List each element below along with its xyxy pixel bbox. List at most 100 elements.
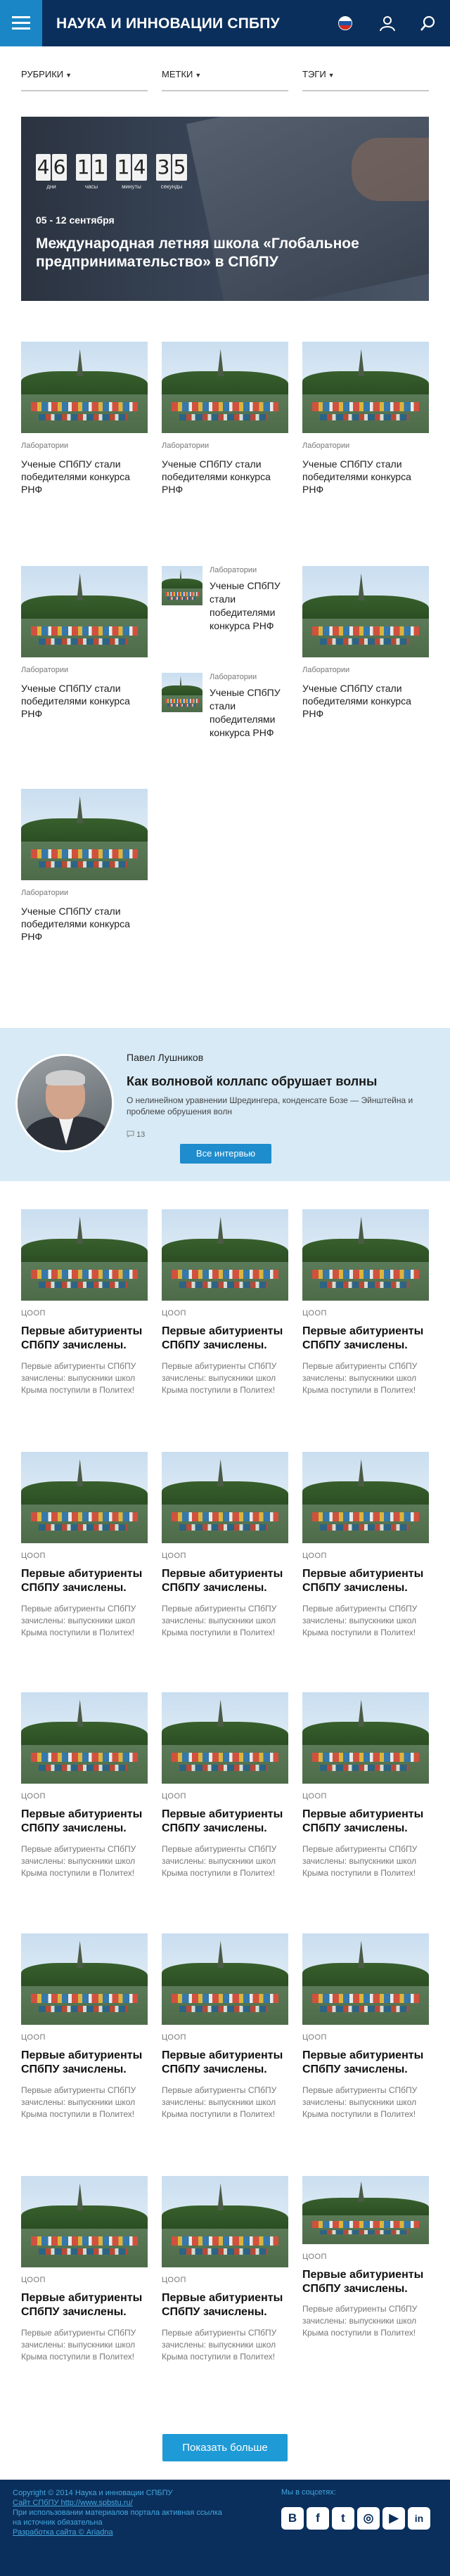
card-image[interactable] <box>162 1933 288 2025</box>
card-tag[interactable]: ЦООП <box>162 2033 288 2042</box>
card-image[interactable] <box>162 342 288 433</box>
hero-banner[interactable]: 46 дни 11 часы 14 минуты 35 секунды 05 -… <box>21 117 429 301</box>
card-title[interactable]: Первые абитуриенты СПбПУ зачислены. <box>21 1325 148 1353</box>
filter-marks[interactable]: МЕТКИ ▼ <box>162 66 288 91</box>
news-card[interactable]: ЦООП Первые абитуриенты СПбПУ зачислены. П… <box>162 1209 288 1396</box>
card-tag[interactable]: Лаборатории <box>21 442 148 450</box>
card-tag[interactable]: Лаборатории <box>21 666 148 674</box>
card-title[interactable]: Ученые СПбПУ стали победителями конкурса… <box>21 682 148 720</box>
card-tag[interactable]: ЦООП <box>302 1309 429 1318</box>
card-title[interactable]: Ученые СПбПУ стали победителями конкурса… <box>21 905 148 943</box>
news-card[interactable]: ЦООП Первые абитуриенты СПбПУ зачислены. П… <box>302 1692 429 1879</box>
card-title[interactable]: Первые абитуриенты СПбПУ зачислены. <box>21 1567 148 1595</box>
footer-site-link[interactable]: Сайт СПбПУ http://www.spbstu.ru/ <box>13 2498 222 2508</box>
card-tag[interactable]: ЦООП <box>21 2276 148 2284</box>
card-image[interactable] <box>21 1452 148 1543</box>
card-title[interactable]: Первые абитуриенты СПбПУ зачислены. <box>302 1808 429 1836</box>
card-title[interactable]: Ученые СПбПУ стали победителями конкурса… <box>21 458 148 496</box>
card-image[interactable] <box>162 566 202 605</box>
card-title[interactable]: Первые абитуриенты СПбПУ зачислены. <box>162 1325 288 1353</box>
card-tag[interactable]: ЦООП <box>162 1792 288 1801</box>
user-icon[interactable] <box>378 14 397 32</box>
card-image[interactable] <box>302 1452 429 1543</box>
news-card[interactable]: ЦООП Первые абитуриенты СПбПУ зачислены. П… <box>21 2176 148 2363</box>
card-tag[interactable]: ЦООП <box>302 1552 429 1560</box>
card-title[interactable]: Первые абитуриенты СПбПУ зачислены. <box>302 1325 429 1353</box>
card-tag[interactable]: Лаборатории <box>21 889 148 897</box>
card-image[interactable] <box>302 342 429 433</box>
card-image[interactable] <box>21 1933 148 2025</box>
card-title[interactable]: Первые абитуриенты СПбПУ зачислены. <box>302 2268 429 2296</box>
card-title[interactable]: Первые абитуриенты СПбПУ зачислены. <box>162 1567 288 1595</box>
card-image[interactable] <box>302 1933 429 2025</box>
card-tag[interactable]: ЦООП <box>162 1552 288 1560</box>
news-card[interactable]: ЦООП Первые абитуриенты СПбПУ зачислены. П… <box>21 1692 148 1879</box>
search-icon[interactable] <box>419 14 437 32</box>
card-tag[interactable]: ЦООП <box>21 1552 148 1560</box>
lab-card[interactable]: Лаборатории Ученые СПбПУ стали победителя… <box>302 566 429 720</box>
card-tag[interactable]: ЦООП <box>302 2033 429 2042</box>
card-image[interactable] <box>162 1692 288 1784</box>
interview-title[interactable]: Как волновой коллапс обрушает волны <box>127 1074 377 1089</box>
all-interviews-button[interactable]: Все интервью <box>180 1144 271 1164</box>
filter-tags[interactable]: ТЭГИ ▼ <box>302 66 429 91</box>
card-tag[interactable]: Лаборатории <box>210 673 288 681</box>
card-image[interactable] <box>162 1452 288 1543</box>
card-tag[interactable]: Лаборатории <box>302 666 429 674</box>
card-image[interactable] <box>162 2176 288 2267</box>
interview-portrait[interactable] <box>15 1054 114 1152</box>
show-more-button[interactable]: Показать больше <box>162 2434 288 2461</box>
card-title[interactable]: Первые абитуриенты СПбПУ зачислены. <box>21 2291 148 2319</box>
card-tag[interactable]: ЦООП <box>162 2276 288 2284</box>
card-image[interactable] <box>302 1692 429 1784</box>
card-title[interactable]: Первые абитуриенты СПбПУ зачислены. <box>21 1808 148 1836</box>
card-tag[interactable]: Лаборатории <box>162 442 288 450</box>
card-title[interactable]: Ученые СПбПУ стали победителями конкурса… <box>302 458 429 496</box>
card-image[interactable] <box>21 1692 148 1784</box>
card-image[interactable] <box>21 1209 148 1301</box>
card-title[interactable]: Ученые СПбПУ стали победителями конкурса… <box>210 579 288 633</box>
card-tag[interactable]: Лаборатории <box>210 566 288 574</box>
news-card[interactable]: ЦООП Первые абитуриенты СПбПУ зачислены. П… <box>302 1933 429 2120</box>
news-card[interactable]: ЦООП Первые абитуриенты СПбПУ зачислены. П… <box>302 1452 429 1639</box>
lab-card[interactable]: Лаборатории Ученые СПбПУ стали победителя… <box>162 342 288 496</box>
footer-developer[interactable]: Разработка сайта © Ariadna <box>13 2527 222 2537</box>
card-image[interactable] <box>162 1209 288 1301</box>
menu-icon[interactable] <box>0 0 42 46</box>
card-title[interactable]: Первые абитуриенты СПбПУ зачислены. <box>162 2049 288 2077</box>
vk-icon[interactable]: В <box>281 2507 304 2530</box>
card-image[interactable] <box>21 342 148 433</box>
filter-rubrics[interactable]: РУБРИКИ ▼ <box>21 66 148 91</box>
news-card[interactable]: ЦООП Первые абитуриенты СПбПУ зачислены. П… <box>21 1933 148 2120</box>
news-card[interactable]: ЦООП Первые абитуриенты СПбПУ зачислены. П… <box>162 1452 288 1639</box>
card-tag[interactable]: ЦООП <box>162 1309 288 1318</box>
card-image[interactable] <box>21 789 148 880</box>
card-image[interactable] <box>302 1209 429 1301</box>
card-tag[interactable]: ЦООП <box>21 2033 148 2042</box>
instagram-icon[interactable]: ◎ <box>357 2507 380 2530</box>
card-tag[interactable]: ЦООП <box>302 1792 429 1801</box>
news-card[interactable]: ЦООП Первые абитуриенты СПбПУ зачислены. П… <box>21 1452 148 1639</box>
card-tag[interactable]: ЦООП <box>21 1309 148 1318</box>
card-image[interactable] <box>302 566 429 657</box>
lab-card[interactable]: Лаборатории Ученые СПбПУ стали победителя… <box>21 566 148 720</box>
news-card[interactable]: ЦООП Первые абитуриенты СПбПУ зачислены. П… <box>162 1933 288 2120</box>
news-card[interactable]: ЦООП Первые абитуриенты СПбПУ зачислены. П… <box>162 2176 288 2363</box>
russian-flag-icon[interactable] <box>338 16 352 30</box>
card-title[interactable]: Первые абитуриенты СПбПУ зачислены. <box>302 1567 429 1595</box>
news-card[interactable]: ЦООП Первые абитуриенты СПбПУ зачислены. П… <box>162 1692 288 1879</box>
site-title[interactable]: НАУКА И ИННОВАЦИИ СПБПУ <box>56 15 280 32</box>
card-title[interactable]: Первые абитуриенты СПбПУ зачислены. <box>302 2049 429 2077</box>
card-title[interactable]: Ученые СПбПУ стали победителями конкурса… <box>162 458 288 496</box>
card-image[interactable] <box>302 2176 429 2244</box>
card-tag[interactable]: ЦООП <box>21 1792 148 1801</box>
linkedin-icon[interactable]: in <box>408 2507 430 2530</box>
card-title[interactable]: Первые абитуриенты СПбПУ зачислены. <box>162 2291 288 2319</box>
lab-card[interactable]: Лаборатории Ученые СПбПУ стали победителя… <box>21 342 148 496</box>
card-title[interactable]: Первые абитуриенты СПбПУ зачислены. <box>162 1808 288 1836</box>
news-card[interactable]: ЦООП Первые абитуриенты СПбПУ зачислены. П… <box>302 2176 429 2339</box>
card-title[interactable]: Ученые СПбПУ стали победителями конкурса… <box>210 686 288 740</box>
card-title[interactable]: Ученые СПбПУ стали победителями конкурса… <box>302 682 429 720</box>
hero-title[interactable]: Международная летняя школа «Глобальное п… <box>36 235 416 271</box>
card-image[interactable] <box>21 566 148 657</box>
